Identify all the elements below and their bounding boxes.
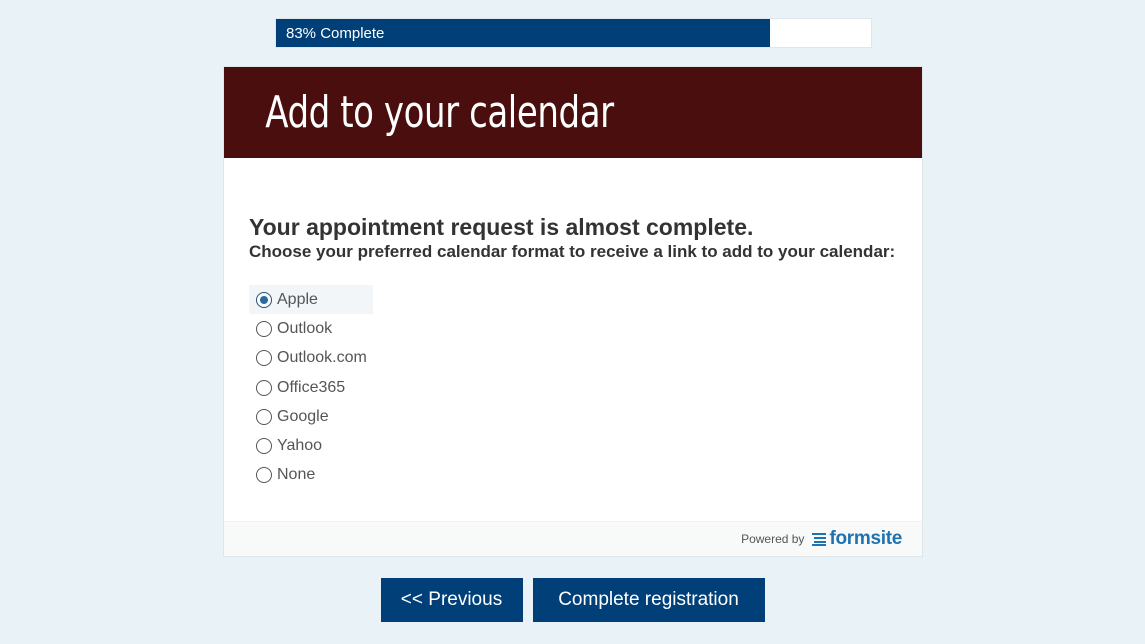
formsite-logo-link[interactable]: formsite (812, 528, 902, 550)
radio-option-label: None (277, 466, 316, 484)
form-footer: Powered by formsite (224, 521, 922, 556)
radio-button[interactable] (256, 350, 272, 367)
radio-option-label: Google (277, 407, 329, 425)
radio-option-yahoo[interactable]: Yahoo (249, 431, 373, 460)
radio-option-label: Outlook.com (277, 349, 367, 367)
radio-button[interactable] (256, 408, 272, 425)
progress-bar-fill: 83% Complete (276, 19, 770, 47)
radio-button[interactable] (256, 467, 272, 484)
previous-button[interactable]: << Previous (380, 578, 523, 622)
page-title: Add to your calendar (265, 87, 614, 138)
radio-button[interactable] (256, 438, 272, 455)
calendar-format-radio-group: Apple Outlook Outlook.com Office365 Goog… (249, 285, 897, 490)
form-card: Add to your calendar Your appointment re… (223, 66, 923, 557)
form-instruction: Choose your preferred calendar format to… (249, 242, 896, 261)
radio-option-office365[interactable]: Office365 (249, 373, 373, 402)
progress-label: 83% Complete (286, 24, 385, 42)
form-navigation: << Previous Complete registration (0, 578, 1145, 622)
radio-option-label: Yahoo (277, 437, 323, 455)
radio-button[interactable] (256, 379, 272, 396)
radio-option-apple[interactable]: Apple (249, 285, 373, 315)
form-headline: Your appointment request is almost compl… (249, 214, 754, 240)
powered-by-text: Powered by (741, 532, 805, 546)
radio-option-label: Outlook (277, 319, 333, 337)
formsite-brand-text: formsite (829, 528, 902, 549)
radio-selected-dot (260, 295, 268, 304)
radio-option-outlook[interactable]: Outlook (249, 314, 373, 343)
complete-registration-button[interactable]: Complete registration (532, 578, 765, 622)
formsite-logo-icon (812, 533, 827, 546)
radio-option-none[interactable]: None (249, 461, 373, 490)
radio-option-google[interactable]: Google (249, 402, 373, 431)
radio-option-label: Office365 (277, 378, 346, 396)
radio-button[interactable] (256, 291, 272, 308)
radio-button[interactable] (256, 320, 272, 337)
radio-option-outlook-com[interactable]: Outlook.com (249, 344, 373, 373)
progress-bar: 83% Complete (275, 18, 872, 48)
radio-option-label: Apple (277, 290, 318, 308)
form-header: Add to your calendar (224, 67, 922, 158)
form-body: Your appointment request is almost compl… (224, 158, 922, 490)
